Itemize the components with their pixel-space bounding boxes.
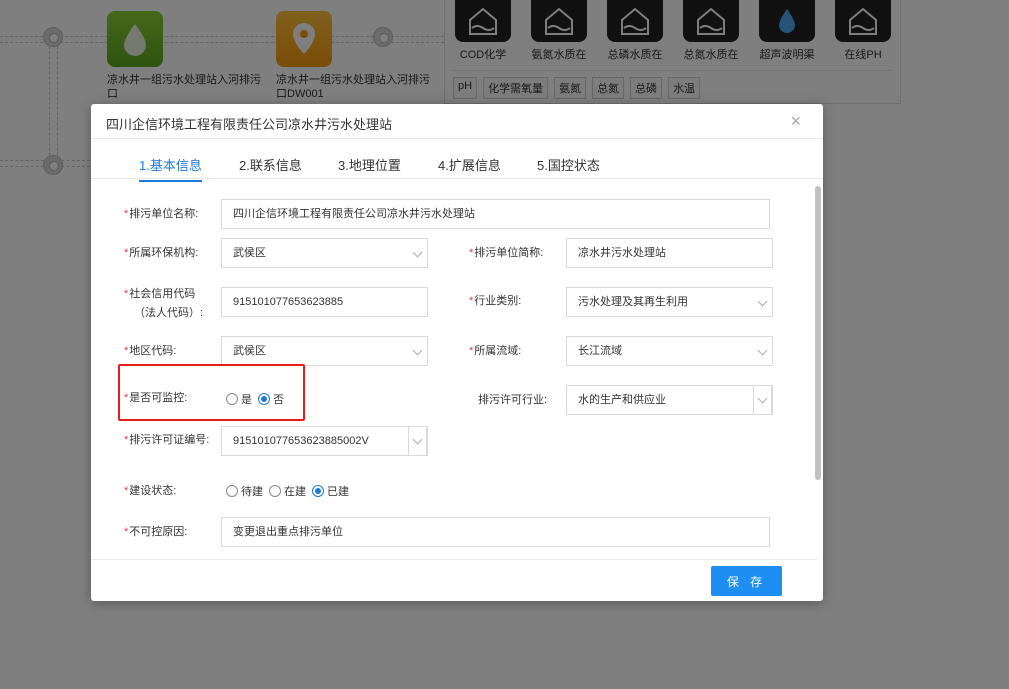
construction-label: *建设状态: [124, 485, 177, 497]
region-select[interactable]: 武侯区 [221, 336, 428, 366]
close-icon[interactable]: × [790, 112, 801, 130]
credit-code-label: *社会信用代码 [124, 288, 196, 300]
tab-basic-info[interactable]: 1.基本信息 [139, 155, 202, 182]
construction-building-option[interactable]: 在建 [269, 483, 306, 499]
radio-checked-icon [312, 485, 324, 497]
unit-name-input[interactable]: 四川企信环境工程有限责任公司凉水井污水处理站 [221, 199, 770, 229]
agency-label: *所属环保机构: [124, 247, 199, 259]
chevron-down-icon [412, 247, 423, 258]
radio-unchecked-icon [269, 485, 281, 497]
tab-location[interactable]: 3.地理位置 [338, 155, 401, 180]
monitorable-radio-group: 是 否 [226, 391, 290, 407]
unit-name-label: *排污单位名称: [124, 208, 199, 220]
chevron-down-icon [757, 296, 768, 307]
footer-divider [91, 559, 817, 560]
credit-code-label-sub: （法人代码）: [134, 307, 204, 319]
construction-built-option[interactable]: 已建 [312, 483, 349, 499]
permit-industry-label: 排污许可行业: [478, 394, 548, 406]
uncontrollable-label: *不可控原因: [124, 526, 188, 538]
monitorable-yes-option[interactable]: 是 [226, 391, 252, 407]
construction-planned-option[interactable]: 待建 [226, 483, 263, 499]
tab-control-status[interactable]: 5.国控状态 [537, 155, 600, 180]
radio-checked-icon [258, 393, 270, 405]
radio-unchecked-icon [226, 393, 238, 405]
tab-contact-info[interactable]: 2.联系信息 [239, 155, 302, 180]
chevron-down-icon [412, 345, 423, 356]
radio-unchecked-icon [226, 485, 238, 497]
construction-radio-group: 待建 在建 已建 [226, 483, 355, 499]
permit-industry-select[interactable]: 水的生产和供应业 [566, 385, 773, 415]
basin-select[interactable]: 长江流域 [566, 336, 773, 366]
tab-bar: 1.基本信息 2.联系信息 3.地理位置 4.扩展信息 5.国控状态 [91, 139, 823, 182]
monitorable-label: *是否可监控: [124, 392, 188, 404]
industry-label: *行业类别: [469, 295, 522, 307]
monitorable-no-option[interactable]: 否 [258, 391, 284, 407]
chevron-down-icon [757, 345, 768, 356]
uncontrollable-reason-input[interactable]: 变更退出重点排污单位 [221, 517, 770, 547]
short-name-input[interactable]: 凉水井污水处理站 [566, 238, 773, 268]
chevron-down-icon [408, 426, 427, 456]
save-button[interactable]: 保 存 [711, 566, 782, 596]
agency-select[interactable]: 武侯区 [221, 238, 428, 268]
chevron-down-icon [753, 385, 772, 415]
permit-no-select[interactable]: 915101077653623885002V [221, 426, 428, 456]
permit-no-label: *排污许可证编号: [124, 434, 210, 446]
industry-select[interactable]: 污水处理及其再生利用 [566, 287, 773, 317]
scrollbar[interactable] [815, 186, 821, 480]
tab-extended-info[interactable]: 4.扩展信息 [438, 155, 501, 180]
region-label: *地区代码: [124, 345, 177, 357]
dialog-header: 四川企信环境工程有限责任公司凉水井污水处理站 × [91, 104, 823, 139]
dialog-title: 四川企信环境工程有限责任公司凉水井污水处理站 [106, 117, 393, 132]
basin-label: *所属流域: [469, 345, 522, 357]
credit-code-input[interactable]: 915101077653623885 [221, 287, 428, 317]
short-name-label: *排污单位简称: [469, 247, 544, 259]
